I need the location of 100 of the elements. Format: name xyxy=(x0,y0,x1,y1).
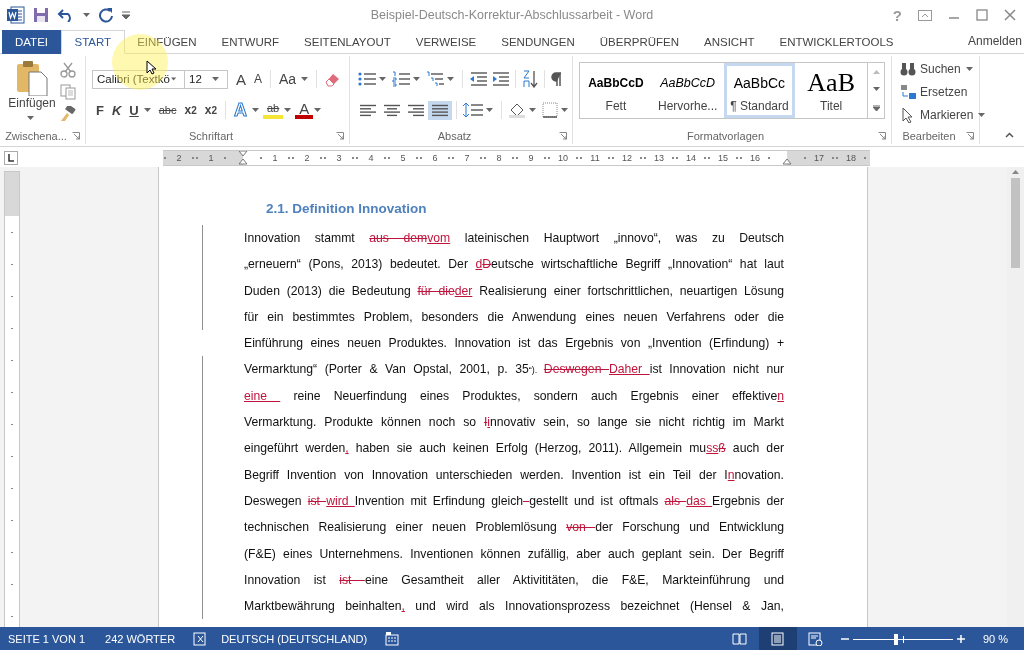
clear-formatting-icon[interactable] xyxy=(323,71,342,87)
caret-icon[interactable] xyxy=(486,108,493,112)
style-item[interactable]: AaBbCcD Hervorhe... xyxy=(651,63,724,118)
replace-button[interactable]: Ersetzen xyxy=(900,82,990,102)
ribbon-tab[interactable]: START xyxy=(61,30,125,54)
select-button[interactable]: Markieren xyxy=(900,105,990,125)
redo-icon[interactable] xyxy=(98,7,114,23)
ruler-number: 9 xyxy=(527,153,535,163)
format-painter-icon[interactable] xyxy=(60,106,76,122)
group-label: Zwischena... xyxy=(4,129,68,142)
paste-button[interactable]: Einfügen xyxy=(4,56,60,127)
dialog-launcher-icon[interactable] xyxy=(966,131,974,140)
align-justify-button[interactable] xyxy=(428,100,452,120)
find-button[interactable]: Suchen xyxy=(900,59,990,79)
caret-icon[interactable] xyxy=(447,77,454,81)
caret-icon[interactable] xyxy=(143,108,151,112)
file-tab[interactable]: DATEI xyxy=(2,30,61,54)
ribbon-tab[interactable]: SENDUNGEN xyxy=(488,30,588,54)
format-bold-button[interactable]: F xyxy=(92,100,108,120)
font-color-button[interactable]: A xyxy=(295,101,314,119)
caret-icon[interactable] xyxy=(965,67,973,71)
zoom-slider-thumb[interactable] xyxy=(893,633,898,645)
dialog-launcher-icon[interactable] xyxy=(72,131,80,140)
expand-gallery-icon[interactable] xyxy=(872,105,880,112)
dialog-launcher-icon[interactable] xyxy=(336,131,344,140)
format-underline-button[interactable]: U xyxy=(125,100,143,120)
caret-icon[interactable] xyxy=(561,108,568,112)
scroll-down-icon[interactable] xyxy=(872,87,880,92)
proofing-icon[interactable] xyxy=(193,632,208,646)
language-indicator[interactable]: DEUTSCH (DEUTSCHLAND) xyxy=(221,633,368,645)
increase-indent-icon[interactable] xyxy=(491,71,509,87)
zoom-in-icon[interactable] xyxy=(956,635,965,643)
dialog-launcher-icon[interactable] xyxy=(559,131,567,140)
zoom-level[interactable]: 90 % xyxy=(982,633,1008,645)
save-icon[interactable] xyxy=(33,7,49,23)
format-italic-button[interactable]: K xyxy=(107,100,126,120)
group-label: Formatvorlagen xyxy=(685,129,765,142)
customize-icon[interactable] xyxy=(122,11,130,19)
caret-icon[interactable] xyxy=(314,108,322,112)
caret-icon[interactable] xyxy=(252,108,259,112)
scroll-up-icon[interactable] xyxy=(1012,170,1019,174)
close-icon[interactable] xyxy=(1004,9,1016,21)
horizontal-ruler[interactable]: 2 1 1 2 3 4 5 6 7 8 9 10 11 12 13 14 15 16 17 18 xyxy=(163,150,870,166)
ribbon-tab[interactable]: ENTWICKLERTOOLS xyxy=(767,30,906,54)
print-view-button[interactable] xyxy=(758,627,797,650)
highlight-color-button[interactable]: ab xyxy=(263,101,284,119)
macro-icon[interactable] xyxy=(385,632,400,646)
borders-icon[interactable] xyxy=(542,102,558,118)
word-logo-icon[interactable] xyxy=(7,6,25,24)
format-strike-button[interactable]: abc xyxy=(154,100,181,120)
tab-selector-icon[interactable] xyxy=(4,151,18,165)
ribbon-tab[interactable]: VERWEISE xyxy=(403,30,489,54)
mouse-pointer-icon xyxy=(146,60,156,75)
style-item[interactable]: AaBbCcD Fett xyxy=(580,63,652,118)
caret-icon[interactable] xyxy=(413,77,420,81)
caret-icon[interactable] xyxy=(212,77,219,81)
ribbon-tab[interactable]: ANSICHT xyxy=(691,30,767,54)
font-size-field[interactable]: 12 xyxy=(185,69,228,89)
caret-icon[interactable] xyxy=(379,77,386,81)
ribbon-tab[interactable]: ÜBERPRÜFEN xyxy=(587,30,692,54)
numbered-list-icon[interactable] xyxy=(392,71,410,87)
bullet-list-icon[interactable] xyxy=(358,71,376,87)
maximize-icon[interactable] xyxy=(976,9,988,21)
paragraph-mark-icon[interactable] xyxy=(551,71,563,87)
indent-marker-icon[interactable] xyxy=(238,151,248,165)
style-item[interactable]: AaB Titel xyxy=(795,63,868,118)
ribbon-tab[interactable]: EINFÜGEN xyxy=(124,30,210,54)
sort-icon[interactable] xyxy=(522,70,538,88)
ribbon-tab[interactable]: ENTWURF xyxy=(209,30,292,54)
ribbon-tab[interactable]: SEITENLAYOUT xyxy=(291,30,404,54)
decrease-indent-icon[interactable] xyxy=(469,71,487,87)
font-name-field[interactable]: Calibri (Textkö xyxy=(92,69,185,89)
caret-icon[interactable] xyxy=(301,77,309,81)
text-effects-button[interactable]: A xyxy=(230,100,251,120)
web-page-icon xyxy=(808,632,824,646)
clipboard-icon xyxy=(15,60,49,96)
change-case-button[interactable]: Aa xyxy=(275,69,301,89)
caret-icon[interactable] xyxy=(529,108,536,112)
caret-icon[interactable] xyxy=(27,116,34,120)
caret-icon[interactable] xyxy=(83,13,90,17)
ruler-number: 7 xyxy=(463,153,471,163)
multilevel-list-icon[interactable] xyxy=(426,71,444,87)
page-count[interactable]: SEITE 1 VON 1 xyxy=(8,633,86,645)
caret-icon[interactable] xyxy=(284,108,292,112)
caret-icon[interactable] xyxy=(170,77,176,81)
dialog-launcher-icon[interactable] xyxy=(878,131,886,140)
caret-icon[interactable] xyxy=(978,113,986,117)
ribbon-display-icon[interactable] xyxy=(918,9,932,21)
collapse-ribbon-icon[interactable] xyxy=(1005,132,1014,138)
word-count[interactable]: 242 WÖRTER xyxy=(105,633,176,645)
shrink-font-button[interactable]: A xyxy=(250,69,267,89)
scrollbar-thumb[interactable] xyxy=(1011,178,1020,268)
grow-font-button[interactable]: A xyxy=(232,69,250,89)
shading-icon[interactable] xyxy=(508,102,526,118)
style-item[interactable]: AaBbCc ¶ Standard xyxy=(723,63,796,118)
cut-icon[interactable] xyxy=(60,62,76,78)
line-spacing-icon[interactable] xyxy=(463,102,483,118)
sign-in-link[interactable]: Anmelden xyxy=(967,30,1024,48)
zoom-out-icon[interactable] xyxy=(840,635,849,643)
body-text-line: „erneuern“ (Pons, 2013) bedeutet. Der dDeutsche wirtschaftliche Begriff „Innovation“ hat laut xyxy=(244,256,784,274)
